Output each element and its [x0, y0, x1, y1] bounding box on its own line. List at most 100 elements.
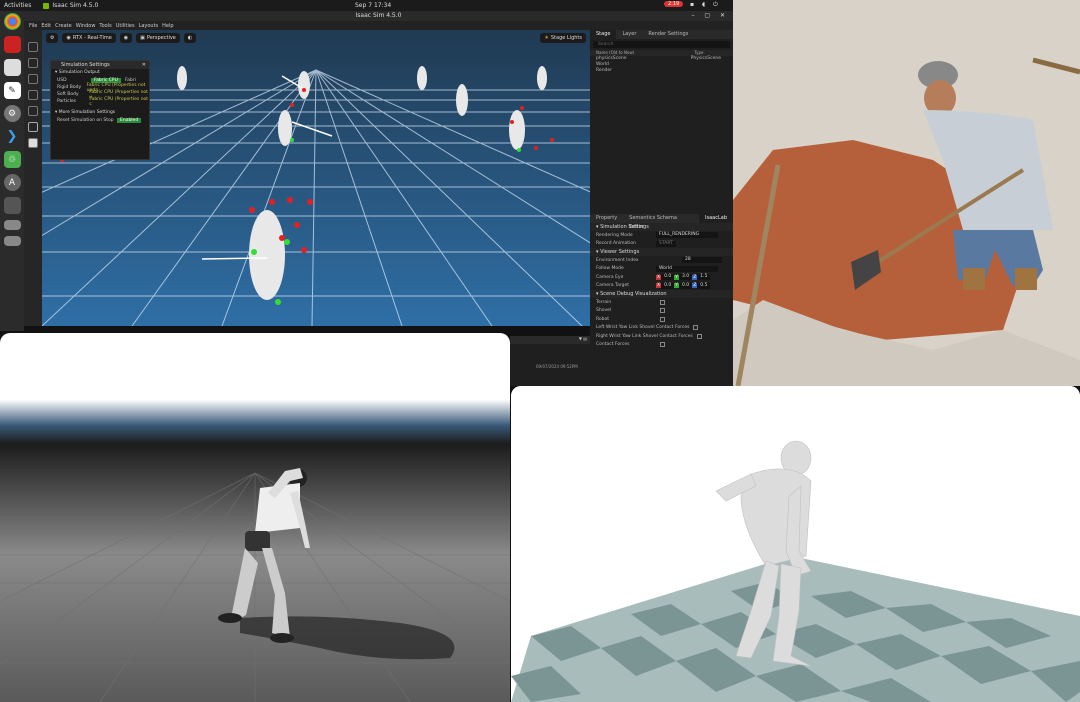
- renderer-button[interactable]: ◉ RTX - Real-Time: [62, 33, 116, 43]
- window-title-bar: Isaac Sim 4.5.0 – ▢ ✕: [24, 11, 733, 21]
- worker-photo-image: [733, 0, 1080, 386]
- particles-value: Fabric CPU (Properties not c: [89, 96, 149, 107]
- debug-label: Shovel: [596, 308, 612, 314]
- env-index-input[interactable]: 28: [682, 257, 722, 264]
- target-x-input[interactable]: 0.0: [661, 282, 675, 289]
- rendering-mode-label: Rendering Mode: [596, 232, 633, 238]
- console-toolbar: ▼ ▤: [510, 336, 590, 344]
- menu-create[interactable]: Create: [55, 23, 72, 29]
- stage-tabs: Stage Layer Render Settings: [590, 30, 733, 39]
- menu-utilities[interactable]: Utilities: [116, 23, 135, 29]
- monitor-app-icon[interactable]: [3, 36, 21, 53]
- reset-label: Reset Simulation on Stop: [57, 118, 114, 123]
- right-wrist-checkbox[interactable]: [696, 333, 702, 339]
- camera-button[interactable]: ▣ Perspective: [136, 33, 180, 43]
- filter-icon[interactable]: ▼: [579, 336, 582, 341]
- pause-icon[interactable]: [28, 138, 38, 148]
- trash-icon[interactable]: ♲: [3, 151, 21, 168]
- section-label: Simulation Output: [58, 70, 100, 75]
- tab-render-settings[interactable]: Render Settings: [642, 30, 694, 39]
- human-mesh-panel: [511, 386, 1080, 702]
- scale-tool-icon[interactable]: [28, 90, 38, 100]
- debug-row: Shovel: [590, 307, 733, 316]
- section-simulation-output[interactable]: ▾ Simulation Output: [51, 69, 149, 77]
- debug-row: Right Wrist Yaw Link Shovel Contact Forc…: [590, 332, 733, 341]
- clear-icon[interactable]: ▤: [583, 336, 587, 341]
- select-tool-icon[interactable]: [28, 42, 38, 52]
- viewport-settings-button[interactable]: ⚙: [46, 33, 59, 43]
- tab-stage[interactable]: Stage: [590, 30, 617, 39]
- robot-checkbox[interactable]: [660, 316, 665, 322]
- record-row: Record Animation START: [590, 240, 733, 249]
- section-more-settings[interactable]: ▾ More Simulation Settings: [51, 109, 149, 117]
- visibility-button[interactable]: ◉: [119, 33, 133, 43]
- menu-help[interactable]: Help: [162, 23, 173, 29]
- close-icon[interactable]: ✕: [142, 61, 146, 69]
- activities-button[interactable]: Activities: [4, 2, 31, 9]
- menu-bar: File Edit Create Window Tools Utilities …: [24, 21, 733, 30]
- viewport[interactable]: ⚙ ◉ RTX - Real-Time ◉ ▣ Perspective ◐ ☀ …: [42, 30, 590, 326]
- reset-toggle[interactable]: Enabled: [117, 118, 142, 123]
- particles-row: Particles Fabric CPU (Properties not c: [51, 96, 149, 107]
- viewport-more-button[interactable]: ◐: [183, 33, 197, 43]
- section-sim-settings[interactable]: ▾ Simulation Settings: [590, 223, 733, 231]
- eye-x-input[interactable]: 0.0: [661, 274, 675, 281]
- menu-window[interactable]: Window: [76, 23, 96, 29]
- drive-icon-2[interactable]: [3, 236, 21, 246]
- software-center-icon[interactable]: A: [3, 174, 21, 191]
- debug-row: Terrain: [590, 298, 733, 307]
- app-name: Isaac Sim 4.5.0: [52, 2, 99, 9]
- target-z-input[interactable]: 0.5: [697, 282, 711, 289]
- section-viewer-settings[interactable]: ▾ Viewer Settings: [590, 248, 733, 256]
- app-indicator[interactable]: Isaac Sim 4.5.0: [43, 2, 98, 9]
- console-panel: ▼ ▤ 09/07/2024 09:52PM: [510, 336, 590, 386]
- stage-search-input[interactable]: Search: [593, 41, 730, 48]
- stage-lights-label: Stage Lights: [550, 35, 582, 41]
- vscode-icon[interactable]: ❯: [3, 128, 21, 145]
- env-index-row: Environment Index 28: [590, 256, 733, 265]
- debug-row: Robot: [590, 315, 733, 324]
- rigid-body-label: Rigid Body: [57, 85, 82, 90]
- menu-edit[interactable]: Edit: [41, 23, 51, 29]
- tree-row[interactable]: Render: [590, 68, 733, 74]
- terrain-checkbox[interactable]: [660, 299, 665, 305]
- settings-icon[interactable]: ⚙: [3, 105, 21, 122]
- chrome-icon[interactable]: [3, 13, 21, 30]
- stage-lights-button[interactable]: ☀ Stage Lights: [540, 33, 586, 43]
- section-debug-vis[interactable]: ▾ Scene Debug Visualization: [590, 290, 733, 298]
- follow-mode-select[interactable]: World: [656, 265, 718, 272]
- menu-layouts[interactable]: Layouts: [139, 23, 159, 29]
- move-tool-icon[interactable]: [28, 58, 38, 68]
- follow-mode-row: Follow Mode World: [590, 265, 733, 274]
- clock[interactable]: Sep 7 17:34: [355, 2, 391, 9]
- tab-semantics[interactable]: Semantics Schema Editor: [623, 214, 699, 230]
- files-icon[interactable]: [3, 59, 21, 76]
- tab-isaaclab[interactable]: IsaacLab: [699, 214, 733, 223]
- tab-layer[interactable]: Layer: [616, 30, 642, 39]
- menu-tools[interactable]: Tools: [99, 23, 111, 29]
- shovel-checkbox[interactable]: [660, 308, 665, 314]
- eye-y-input[interactable]: 3.0: [679, 274, 693, 281]
- system-tray-icons[interactable]: ▪ ◖ ⏻: [690, 1, 721, 9]
- eye-z-input[interactable]: 1.5: [697, 274, 711, 281]
- menu-file[interactable]: File: [29, 23, 37, 29]
- reset-row: Reset Simulation on Stop Enabled: [51, 117, 149, 124]
- viewport-toolbar: ⚙ ◉ RTX - Real-Time ◉ ▣ Perspective ◐ ☀ …: [42, 30, 590, 46]
- rendering-mode-select[interactable]: FULL_RENDERING: [656, 232, 718, 239]
- contact-forces-checkbox[interactable]: [660, 342, 665, 348]
- env-index-label: Environment Index: [596, 257, 639, 263]
- debug-label: Contact Forces: [596, 342, 630, 348]
- window-controls[interactable]: – ▢ ✕: [691, 11, 729, 21]
- editor-icon[interactable]: ✎: [3, 82, 21, 99]
- snap-tool-icon[interactable]: [28, 106, 38, 116]
- target-y-input[interactable]: 0.0: [679, 282, 693, 289]
- isaac-sim-dock-icon[interactable]: [3, 197, 21, 214]
- record-button[interactable]: START: [656, 240, 676, 247]
- drive-icon[interactable]: [3, 220, 21, 230]
- play-icon[interactable]: [28, 122, 38, 132]
- recording-indicator[interactable]: 2:19: [664, 1, 684, 7]
- left-wrist-checkbox[interactable]: [693, 325, 699, 331]
- property-panel: Property Semantics Schema Editor IsaacLa…: [590, 214, 733, 386]
- tab-property[interactable]: Property: [590, 214, 623, 223]
- rotate-tool-icon[interactable]: [28, 74, 38, 84]
